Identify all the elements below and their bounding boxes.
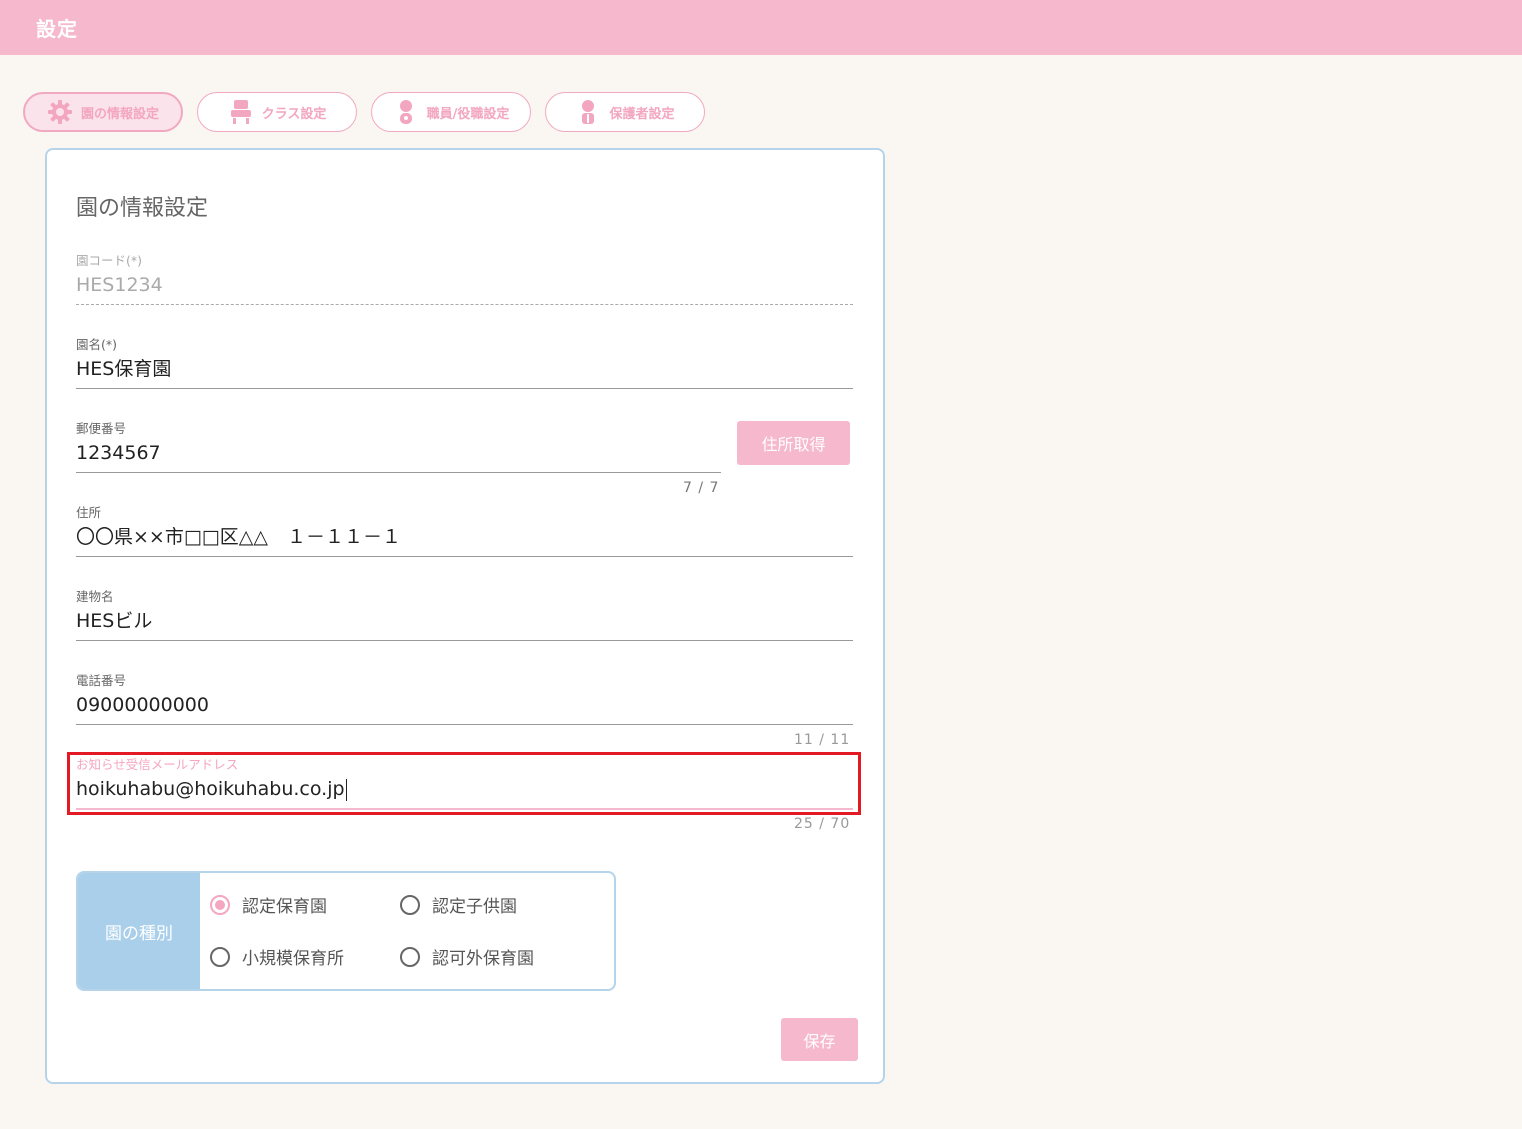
- radio-certified-nursery[interactable]: 認定保育園: [210, 892, 327, 917]
- school-name-field[interactable]: 園名(*) HES保育園: [76, 336, 853, 389]
- radio-label: 認定子供園: [432, 897, 517, 917]
- tab-class-settings[interactable]: クラス設定: [197, 92, 357, 132]
- tab-label: 保護者設定: [609, 106, 675, 122]
- phone-counter: 11 / 11: [794, 732, 851, 748]
- postal-code-input[interactable]: 1234567: [76, 438, 721, 468]
- phone-field[interactable]: 電話番号 09000000000: [76, 672, 853, 725]
- address-input[interactable]: 〇〇県××市□□区△△ １－１１－１: [76, 522, 853, 552]
- email-value: hoikuhabu@hoikuhabu.co.jp: [76, 778, 345, 800]
- email-counter: 25 / 70: [794, 816, 851, 832]
- get-address-button[interactable]: 住所取得: [737, 421, 850, 465]
- tab-parent-settings[interactable]: 保護者設定: [545, 92, 705, 132]
- header-bar: 設定: [0, 0, 1522, 55]
- staff-icon: [399, 100, 412, 124]
- address-label: 住所: [76, 505, 102, 520]
- radio-button-icon: [400, 946, 420, 967]
- school-code-label: 園コード(*): [76, 253, 143, 268]
- gear-icon: [47, 100, 72, 124]
- school-name-input[interactable]: HES保育園: [76, 354, 853, 384]
- field-underline: [76, 388, 853, 389]
- school-code-field: 園コード(*) HES1234: [76, 252, 853, 305]
- page-title: 設定: [36, 17, 78, 41]
- address-field[interactable]: 住所 〇〇県××市□□区△△ １－１１－１: [76, 504, 853, 557]
- email-label: お知らせ受信メールアドレス: [76, 757, 239, 772]
- field-underline: [76, 724, 853, 725]
- tab-staff-settings[interactable]: 職員/役職設定: [371, 92, 531, 132]
- phone-input[interactable]: 09000000000: [76, 690, 853, 720]
- building-label: 建物名: [76, 589, 114, 604]
- postal-code-label: 郵便番号: [76, 421, 127, 436]
- parent-icon: [582, 100, 595, 124]
- teacher-icon: [230, 100, 251, 124]
- field-underline: [76, 556, 853, 557]
- text-caret: [345, 778, 347, 801]
- email-field[interactable]: お知らせ受信メールアドレス hoikuhabu@hoikuhabu.co.jp: [76, 756, 853, 810]
- school-name-label: 園名(*): [76, 337, 118, 352]
- card-title: 園の情報設定: [76, 196, 209, 221]
- radio-certified-children-center[interactable]: 認定子供園: [400, 892, 517, 917]
- field-underline: [76, 304, 853, 305]
- field-underline: [76, 640, 853, 641]
- email-input[interactable]: hoikuhabu@hoikuhabu.co.jp: [76, 774, 853, 804]
- building-input[interactable]: HESビル: [76, 606, 853, 636]
- radio-button-icon: [210, 946, 230, 967]
- radio-button-icon: [210, 894, 230, 915]
- save-button[interactable]: 保存: [781, 1018, 858, 1061]
- phone-label: 電話番号: [76, 673, 127, 688]
- radio-button-icon: [400, 894, 420, 915]
- school-code-value: HES1234: [76, 274, 163, 296]
- radio-label: 認可外保育園: [432, 949, 534, 969]
- tab-label: 職員/役職設定: [426, 106, 510, 122]
- radio-unlicensed-nursery[interactable]: 認可外保育園: [400, 944, 534, 969]
- school-type-group: 園の種別 認定保育園 認定子供園 小規模保育所 認可外保育園: [76, 871, 616, 991]
- field-underline: [76, 472, 721, 473]
- radio-label: 認定保育園: [242, 897, 327, 917]
- radio-small-nursery[interactable]: 小規模保育所: [210, 944, 344, 969]
- tab-school-info[interactable]: 園の情報設定: [23, 92, 183, 132]
- field-underline: [76, 808, 853, 810]
- postal-code-counter: 7 / 7: [683, 480, 720, 496]
- school-type-label: 園の種別: [78, 873, 200, 989]
- postal-code-field[interactable]: 郵便番号 1234567: [76, 420, 721, 473]
- tab-label: クラス設定: [261, 106, 327, 122]
- building-field[interactable]: 建物名 HESビル: [76, 588, 853, 641]
- radio-label: 小規模保育所: [242, 949, 344, 969]
- tab-label: 園の情報設定: [80, 106, 159, 122]
